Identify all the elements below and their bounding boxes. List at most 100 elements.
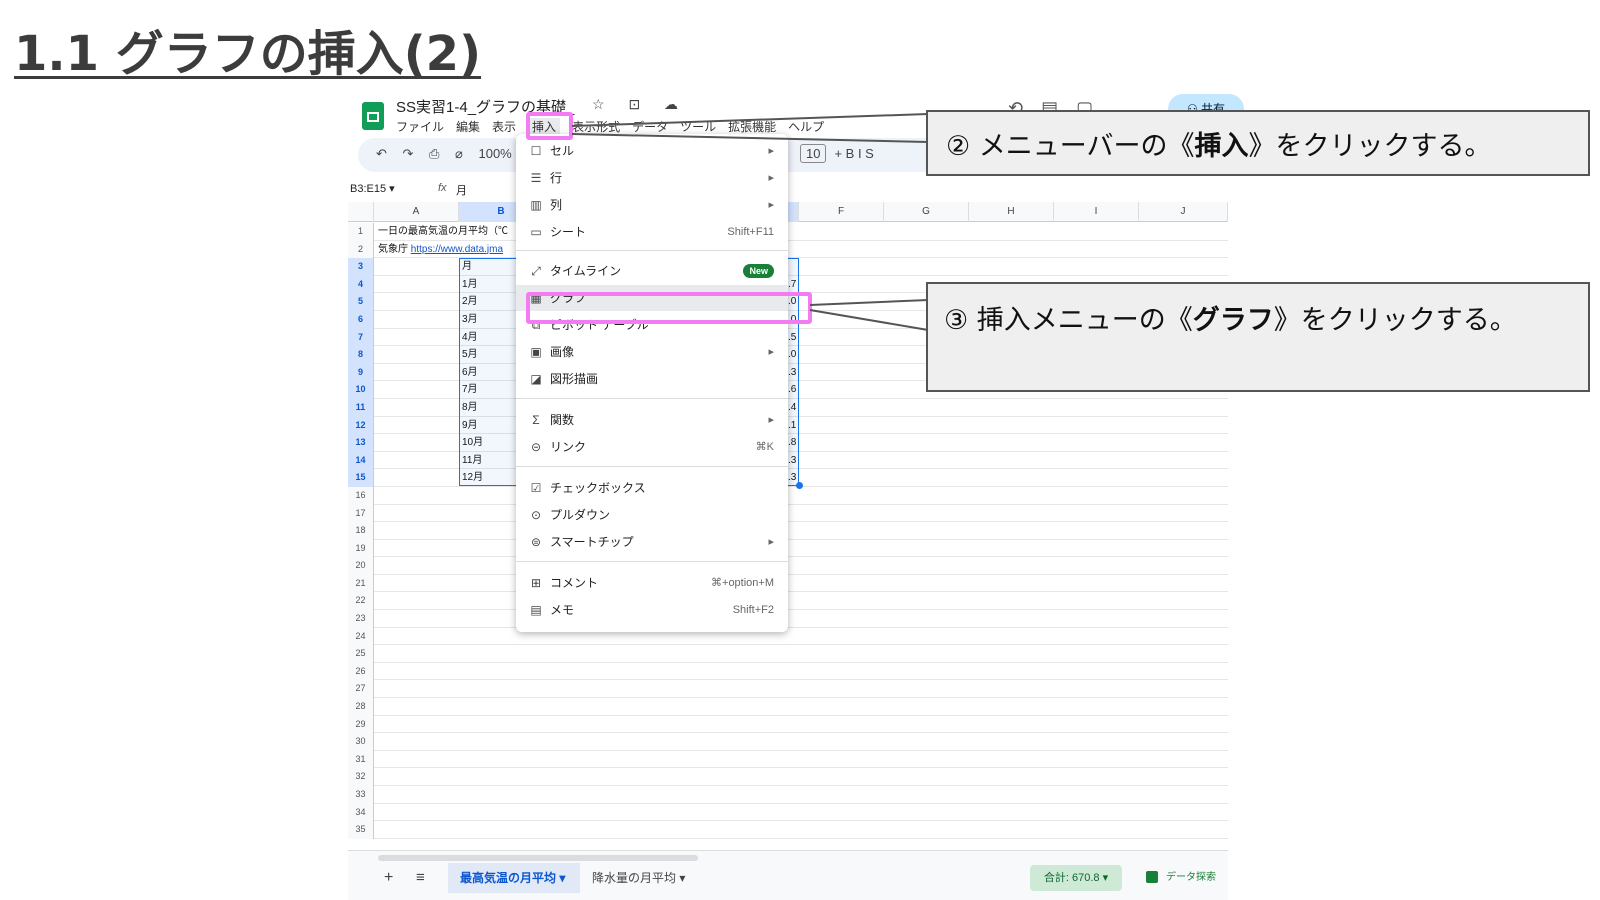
grid-row[interactable]: 17 bbox=[348, 504, 1228, 523]
row-header[interactable]: 10 bbox=[348, 381, 374, 399]
grid-row[interactable]: 34 bbox=[348, 803, 1228, 822]
col-header-j[interactable]: J bbox=[1139, 202, 1228, 222]
grid-row[interactable]: 21 bbox=[348, 574, 1228, 593]
menu-help[interactable]: ヘルプ bbox=[788, 120, 824, 134]
menu-edit[interactable]: 編集 bbox=[456, 120, 480, 134]
row-header[interactable]: 26 bbox=[348, 662, 374, 681]
row-header[interactable]: 34 bbox=[348, 803, 374, 822]
grid-row[interactable]: 19 bbox=[348, 539, 1228, 558]
row-header[interactable]: 27 bbox=[348, 680, 374, 699]
row-header[interactable]: 33 bbox=[348, 786, 374, 804]
grid-row[interactable]: 27 bbox=[348, 680, 1228, 699]
menu-file[interactable]: ファイル bbox=[396, 120, 444, 134]
row-header[interactable]: 11 bbox=[348, 398, 374, 417]
grid-row[interactable]: 30 bbox=[348, 733, 1228, 751]
grid-row[interactable]: 16 bbox=[348, 486, 1228, 505]
menu-format[interactable]: 表示形式 bbox=[572, 120, 620, 134]
row-header[interactable]: 20 bbox=[348, 557, 374, 575]
row-header[interactable]: 15 bbox=[348, 469, 374, 487]
grid-row[interactable]: 22 bbox=[348, 592, 1228, 611]
row-header[interactable]: 25 bbox=[348, 645, 374, 663]
corner-cell[interactable] bbox=[348, 202, 374, 222]
row-header[interactable]: 35 bbox=[348, 821, 374, 839]
menu-item-sheet[interactable]: ▭ シート Shift+F11 bbox=[516, 219, 788, 245]
menu-view[interactable]: 表示 bbox=[492, 120, 516, 134]
row-header[interactable]: 12 bbox=[348, 416, 374, 435]
row-header[interactable]: 18 bbox=[348, 522, 374, 540]
fill-handle[interactable] bbox=[796, 482, 803, 489]
grid-row[interactable]: 35 bbox=[348, 821, 1228, 839]
row-header[interactable]: 17 bbox=[348, 504, 374, 523]
grid-row[interactable]: 25 bbox=[348, 645, 1228, 663]
row-header[interactable]: 31 bbox=[348, 750, 374, 769]
menu-item-timeline[interactable]: ⤢ タイムライン New bbox=[516, 258, 788, 284]
sheets-logo-icon[interactable] bbox=[362, 102, 384, 130]
format-buttons[interactable]: + B I S bbox=[834, 146, 873, 161]
row-header[interactable]: 4 bbox=[348, 275, 374, 294]
row-header[interactable]: 30 bbox=[348, 733, 374, 751]
title-icons[interactable]: ☆ ⊡ ☁ bbox=[592, 96, 688, 113]
row-header[interactable]: 6 bbox=[348, 310, 374, 329]
cell-a2[interactable]: 気象庁 https://www.data.jma bbox=[378, 241, 503, 258]
row-header[interactable]: 2 bbox=[348, 240, 374, 259]
col-header-a[interactable]: A bbox=[374, 202, 459, 222]
formula-input[interactable]: 月 bbox=[456, 182, 467, 198]
add-sheet-button[interactable]: + bbox=[384, 869, 393, 887]
row-header[interactable]: 19 bbox=[348, 539, 374, 558]
row-header[interactable]: 22 bbox=[348, 592, 374, 611]
row-header[interactable]: 13 bbox=[348, 434, 374, 452]
col-header-g[interactable]: G bbox=[884, 202, 969, 222]
menu-item-cell[interactable]: ☐ セル ▸ bbox=[516, 138, 788, 164]
row-header[interactable]: 29 bbox=[348, 715, 374, 734]
row-header[interactable]: 8 bbox=[348, 346, 374, 364]
toolbar-undo-redo-print[interactable]: ↶ ↷ ⎙ ⌀ 100% bbox=[376, 146, 512, 162]
sheet-tab-active[interactable]: 最高気温の月平均 ▾ bbox=[448, 863, 580, 893]
menu-item-smart-chips[interactable]: ⊜ スマートチップ ▸ bbox=[516, 529, 788, 555]
menu-item-dropdown[interactable]: ⊙ プルダウン bbox=[516, 502, 788, 528]
all-sheets-button[interactable]: ≡ bbox=[416, 869, 425, 886]
grid-row[interactable]: 29 bbox=[348, 715, 1228, 734]
menu-item-checkbox[interactable]: ☑ チェックボックス bbox=[516, 475, 788, 501]
row-header[interactable]: 5 bbox=[348, 293, 374, 311]
grid-row[interactable]: 23 bbox=[348, 610, 1228, 628]
menu-item-link[interactable]: ⊝ リンク ⌘K bbox=[516, 434, 788, 460]
menu-item-comment[interactable]: ⊞ コメント ⌘+option+M bbox=[516, 570, 788, 596]
grid-row[interactable]: 2 気象庁 https://www.data.jma bbox=[348, 240, 1228, 259]
row-header[interactable]: 32 bbox=[348, 768, 374, 786]
menu-extensions[interactable]: 拡張機能 bbox=[728, 120, 776, 134]
horizontal-scrollbar[interactable] bbox=[378, 855, 698, 861]
grid-row[interactable]: 32 bbox=[348, 768, 1228, 786]
row-header[interactable]: 16 bbox=[348, 486, 374, 505]
row-header[interactable]: 21 bbox=[348, 574, 374, 593]
explore-button[interactable]: データ探索 bbox=[1146, 865, 1216, 891]
row-header[interactable]: 23 bbox=[348, 610, 374, 628]
grid-row[interactable]: 26 bbox=[348, 662, 1228, 681]
zoom-select[interactable]: 100% bbox=[478, 146, 511, 161]
cell-a2-link[interactable]: https://www.data.jma bbox=[411, 244, 503, 255]
grid-row[interactable]: 31 bbox=[348, 750, 1228, 769]
row-header[interactable]: 1 bbox=[348, 223, 374, 241]
grid-row[interactable]: 18 bbox=[348, 522, 1228, 540]
font-size-input[interactable]: 10 bbox=[800, 144, 827, 163]
menu-tools[interactable]: ツール bbox=[680, 120, 716, 134]
name-box[interactable]: B3:E15 ▾ bbox=[350, 182, 395, 195]
col-header-f[interactable]: F bbox=[799, 202, 884, 222]
sum-badge[interactable]: 合計: 670.8 ▾ bbox=[1030, 865, 1122, 891]
row-header[interactable]: 28 bbox=[348, 698, 374, 716]
row-header[interactable]: 7 bbox=[348, 328, 374, 347]
menu-data[interactable]: データ bbox=[632, 120, 668, 134]
grid-row[interactable]: 28 bbox=[348, 698, 1228, 716]
menu-item-column[interactable]: ▥ 列 ▸ bbox=[516, 192, 788, 218]
col-header-h[interactable]: H bbox=[969, 202, 1054, 222]
row-header[interactable]: 9 bbox=[348, 363, 374, 382]
col-header-i[interactable]: I bbox=[1054, 202, 1139, 222]
row-header[interactable]: 24 bbox=[348, 627, 374, 646]
cell-a1[interactable]: 一日の最高気温の月平均（℃ bbox=[378, 223, 508, 240]
sheet-tab-precipitation[interactable]: 降水量の月平均 ▾ bbox=[592, 863, 685, 893]
menu-item-image[interactable]: ▣ 画像 ▸ bbox=[516, 339, 788, 365]
grid-row[interactable]: 1 一日の最高気温の月平均（℃ bbox=[348, 223, 1228, 241]
grid-row[interactable]: 33 bbox=[348, 786, 1228, 804]
grid-row[interactable]: 20 bbox=[348, 557, 1228, 575]
row-header[interactable]: 14 bbox=[348, 451, 374, 470]
menu-item-row[interactable]: ☰ 行 ▸ bbox=[516, 165, 788, 191]
